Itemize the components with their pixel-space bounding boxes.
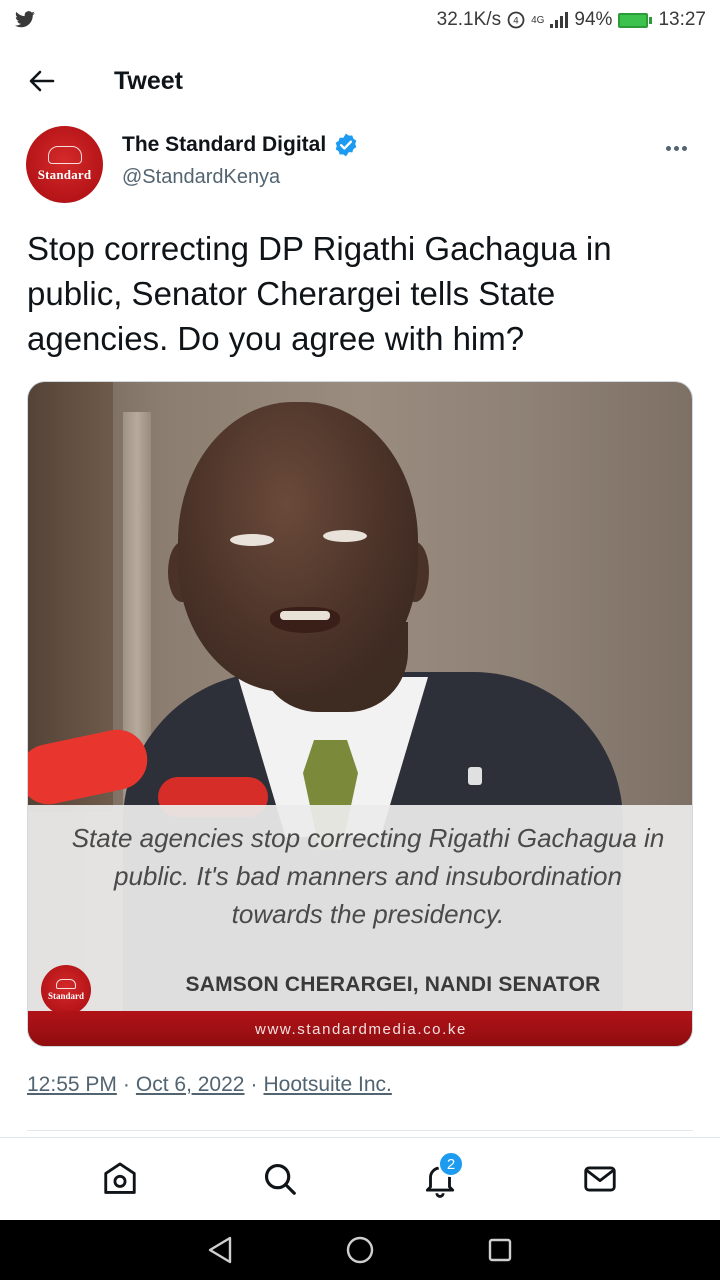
network-type: 4G [531,14,545,26]
android-recents-button[interactable] [480,1230,520,1270]
tweet-media[interactable]: State agencies stop correcting Rigathi G… [27,381,693,1047]
crest-icon [47,146,82,164]
tweet-text: Stop correcting DP Rigathi Gachagua in p… [27,230,612,357]
lapel-pin [468,767,482,785]
home-icon [104,1162,136,1194]
standard-logo: Standard [41,965,91,1015]
android-back-button[interactable] [200,1230,240,1270]
tweet-source-link[interactable]: Hootsuite Inc. [263,1073,391,1097]
tweet-meta: 12:55 PM · Oct 6, 2022 · Hootsuite Inc. [27,1073,392,1097]
net-speed: 32.1K/s [436,9,502,30]
clock: 13:27 [658,9,706,30]
arrow-left-icon [29,70,55,92]
signal-icon [550,12,569,28]
more-dot-icon [681,145,687,151]
more-dot-icon [673,145,679,151]
meta-separator: · [250,1073,258,1096]
android-nav-bar [0,1220,720,1280]
crest-icon [56,979,76,989]
mail-icon [584,1166,616,1192]
tweet-date-link[interactable]: Oct 6, 2022 [136,1073,245,1097]
logo-text: Standard [47,991,84,1001]
tweet-author: Standard The Standard Digital @StandardK… [26,126,694,206]
page-title: Tweet [114,66,183,95]
quote-text: State agencies stop correcting Rigathi G… [71,823,665,929]
twitter-bird-icon [15,11,35,28]
author-handle[interactable]: @StandardKenya [122,166,359,189]
bottom-nav: 2 [0,1137,720,1220]
tweet-time-link[interactable]: 12:55 PM [27,1073,117,1097]
svg-text:4: 4 [513,17,519,27]
triangle-back-icon [208,1236,232,1264]
photo-figure [280,611,330,620]
avatar[interactable]: Standard [26,126,103,203]
android-home-button[interactable] [340,1230,380,1270]
square-recents-icon [488,1238,512,1262]
photo-figure [178,402,418,692]
author-name[interactable]: The Standard Digital [122,133,326,157]
meta-separator: · [122,1073,130,1096]
tweet-header: Tweet [0,50,720,112]
battery-icon [618,12,653,28]
data-saver-icon: 4 [507,11,525,29]
author-name-row: The Standard Digital [122,132,359,158]
status-right: 32.1K/s 4 4G 94% 13:27 [437,9,706,31]
battery-percent: 94% [574,9,613,30]
quote-author: SAMSON CHERARGEI, NANDI SENATOR [185,973,601,996]
photo-figure [323,530,367,542]
nav-home[interactable] [96,1155,144,1203]
site-url: www.standardmedia.co.ke [255,1021,467,1038]
notification-badge: 2 [438,1151,464,1177]
circle-home-icon [346,1236,374,1264]
verified-badge-icon [335,133,357,157]
quote-overlay: State agencies stop correcting Rigathi G… [28,805,692,1015]
status-bar: 32.1K/s 4 4G 94% 13:27 [0,0,720,40]
more-dot-icon [665,145,671,151]
author-info: The Standard Digital @StandardKenya [122,132,359,189]
back-button[interactable] [22,61,62,101]
search-icon [264,1163,296,1195]
status-left [14,11,36,29]
site-bar: www.standardmedia.co.ke [28,1011,692,1046]
divider [27,1130,693,1131]
nav-notifications[interactable]: 2 [416,1151,464,1203]
avatar-logo-text: Standard [37,167,92,182]
photo-figure [230,534,274,546]
nav-messages[interactable] [576,1155,624,1203]
nav-search[interactable] [256,1155,304,1203]
more-options-button[interactable] [658,136,694,160]
